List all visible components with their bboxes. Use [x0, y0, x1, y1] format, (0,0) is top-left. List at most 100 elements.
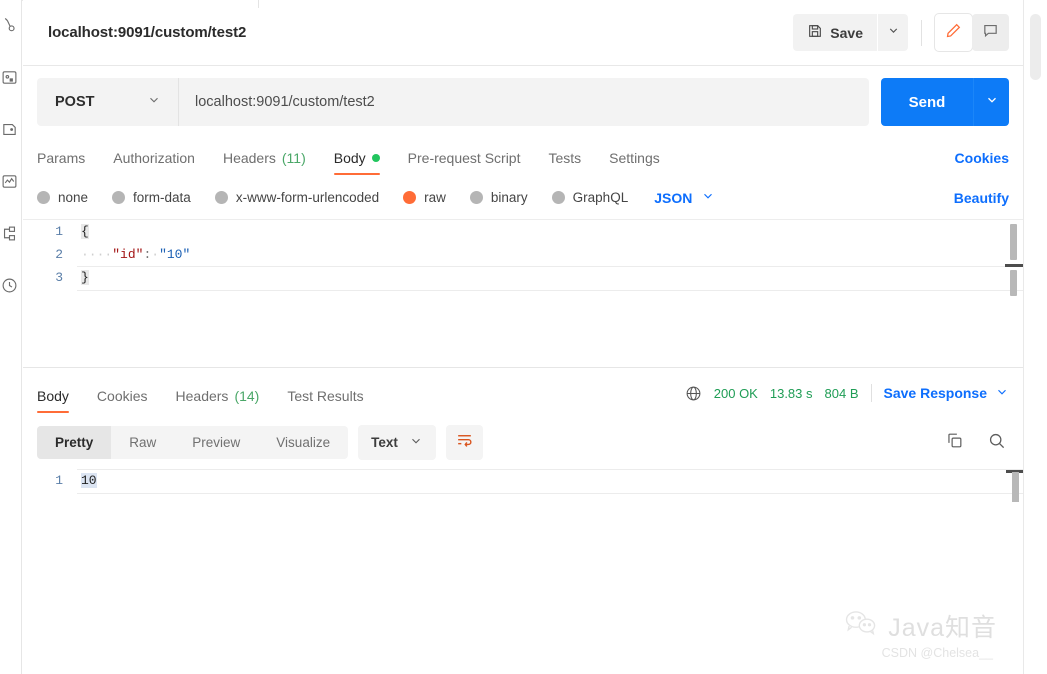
body-type-label: binary [490, 190, 528, 205]
code-content: } [77, 266, 1023, 291]
http-method-label: POST [55, 94, 95, 110]
body-type-binary[interactable]: binary [469, 190, 528, 205]
chevron-down-icon [985, 93, 999, 112]
response-format-label: Text [371, 435, 398, 450]
response-scrollbar[interactable] [1006, 470, 1023, 502]
view-preview[interactable]: Preview [174, 426, 258, 459]
window-scrollbar[interactable] [1023, 0, 1047, 674]
cookies-link[interactable]: Cookies [955, 150, 1009, 170]
tab-tests[interactable]: Tests [548, 142, 581, 178]
search-button[interactable] [983, 430, 1009, 456]
json-key: "id" [112, 247, 144, 262]
body-type-none[interactable]: none [37, 190, 88, 205]
response-tab-cookies[interactable]: Cookies [97, 380, 148, 416]
tab-label: Tests [548, 150, 582, 166]
window-scrollbar-thumb[interactable] [1030, 14, 1041, 80]
comment-icon [982, 22, 999, 44]
save-button[interactable]: Save [793, 14, 877, 51]
body-type-graphql[interactable]: GraphQL [551, 190, 628, 205]
body-type-label: x-www-form-urlencoded [235, 190, 380, 205]
response-time: 13.83 s [769, 385, 813, 401]
line-number: 1 [55, 473, 63, 488]
response-size: 804 B [824, 385, 859, 401]
line-number: 3 [55, 270, 63, 285]
code-line: 1 { [23, 220, 1023, 243]
url-row: POST localhost:9091/custom/test2 Send [23, 66, 1023, 138]
response-tab-body[interactable]: Body [37, 380, 69, 416]
chevron-down-icon [701, 189, 715, 206]
body-format-select[interactable]: JSON [654, 189, 715, 206]
response-toolbar: Pretty Raw Preview Visualize Text [23, 416, 1023, 469]
monitors-icon[interactable] [0, 170, 20, 192]
view-raw[interactable]: Raw [111, 426, 174, 459]
response-body-viewer[interactable]: 1 10 [23, 469, 1023, 659]
code-content: ····"id":·"10" [81, 243, 1023, 266]
scrollbar-thumb[interactable] [1012, 472, 1019, 502]
copy-button[interactable] [941, 430, 967, 456]
tab-label: Authorization [113, 150, 195, 166]
floppy-disk-icon [807, 23, 823, 42]
response-value: 10 [81, 473, 97, 488]
line-number: 2 [55, 247, 63, 262]
tab-label: Params [37, 150, 86, 166]
postman-app-window: localhost:9091/custom/test2 Save POST lo… [0, 0, 1047, 674]
scrollbar-thumb-upper[interactable] [1010, 224, 1017, 260]
history-icon[interactable] [0, 274, 20, 296]
globe-icon[interactable] [685, 385, 702, 402]
radio-icon [469, 191, 483, 204]
response-format-select[interactable]: Text [358, 425, 436, 460]
word-wrap-icon [455, 431, 474, 455]
response-view-switcher: Pretty Raw Preview Visualize [37, 426, 349, 459]
view-pretty[interactable]: Pretty [37, 426, 112, 459]
response-meta: 200 OK 13.83 s 804 B Save Response [685, 384, 1009, 412]
save-response-button[interactable]: Save Response [884, 385, 1010, 402]
body-type-raw[interactable]: raw [403, 190, 446, 205]
tab-params[interactable]: Params [37, 142, 85, 178]
pencil-icon [945, 22, 962, 44]
beautify-button[interactable]: Beautify [954, 190, 1009, 206]
save-options-button[interactable] [878, 14, 908, 51]
search-icon [987, 431, 1006, 455]
tab-authorization[interactable]: Authorization [113, 142, 195, 178]
word-wrap-button[interactable] [445, 425, 483, 460]
tab-label: Cookies [96, 388, 148, 404]
body-type-label: form-data [133, 190, 191, 205]
tab-count: (11) [281, 150, 306, 166]
radio-icon [112, 191, 126, 204]
body-type-label: raw [424, 190, 446, 205]
editor-scrollbar[interactable] [1005, 224, 1023, 308]
url-input[interactable]: localhost:9091/custom/test2 [179, 78, 869, 126]
request-header-bar: localhost:9091/custom/test2 Save [23, 0, 1023, 66]
request-tabs: Params Authorization Headers (11) Body P… [23, 142, 1023, 178]
body-type-label: none [58, 190, 89, 205]
tab-headers[interactable]: Headers (11) [223, 142, 306, 178]
body-type-form-data[interactable]: form-data [112, 190, 191, 205]
response-tab-headers[interactable]: Headers (14) [176, 380, 260, 416]
send-button[interactable]: Send [881, 78, 973, 126]
comments-button[interactable] [972, 14, 1009, 51]
response-action-icons [941, 430, 1009, 456]
send-options-button[interactable] [973, 78, 1009, 126]
tab-pre-request-script[interactable]: Pre-request Script [408, 142, 521, 178]
http-method-select[interactable]: POST [37, 78, 179, 126]
collections-icon[interactable] [0, 14, 20, 36]
code-line: 1 10 [23, 469, 1023, 494]
environments-icon[interactable] [0, 118, 20, 140]
edit-request-button[interactable] [935, 14, 972, 51]
line-number: 1 [55, 224, 63, 239]
apis-icon[interactable] [0, 66, 20, 88]
json-value: "10" [159, 247, 191, 262]
tab-count: (14) [234, 388, 260, 404]
request-body-editor[interactable]: 1 { 2 ····"id":·"10" 3 } [23, 220, 1023, 368]
tab-body[interactable]: Body [333, 142, 380, 178]
meta-divider [870, 384, 872, 402]
response-tab-test-results[interactable]: Test Results [287, 380, 363, 416]
response-status: 200 OK [713, 385, 758, 401]
body-type-urlencoded[interactable]: x-www-form-urlencoded [214, 190, 380, 205]
chevron-down-icon [409, 434, 423, 451]
scrollbar-thumb-lower[interactable] [1010, 270, 1017, 296]
flows-icon[interactable] [0, 222, 20, 244]
view-visualize[interactable]: Visualize [258, 426, 348, 459]
tab-settings[interactable]: Settings [609, 142, 660, 178]
left-sidebar-rail [0, 0, 22, 674]
